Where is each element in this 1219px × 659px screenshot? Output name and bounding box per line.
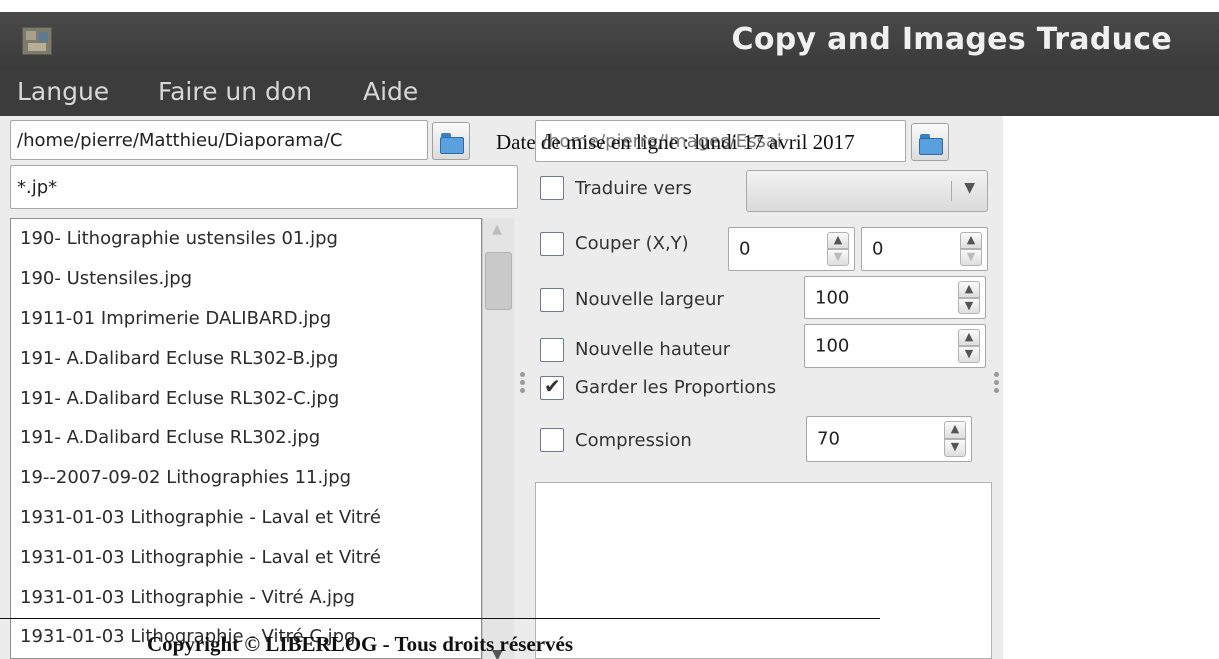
list-item[interactable]: 190- Ustensiles.jpg bbox=[11, 259, 481, 299]
stepper-down-icon[interactable]: ▼ bbox=[958, 297, 980, 314]
list-item[interactable]: 191- A.Dalibard Ecluse RL302-C.jpg bbox=[11, 378, 481, 418]
list-item[interactable]: 1931-01-03 Lithographie - Vitré A.jpg bbox=[11, 577, 481, 617]
output-textarea[interactable] bbox=[535, 482, 992, 659]
width-checkbox[interactable] bbox=[540, 288, 564, 312]
scroll-up-arrow-icon[interactable]: ▲ bbox=[492, 222, 502, 237]
checkmark-icon: ✔ bbox=[544, 374, 561, 398]
compression-checkbox[interactable] bbox=[540, 428, 564, 452]
list-item[interactable]: 190- Lithographie ustensiles 01.jpg bbox=[11, 219, 481, 259]
stepper-down-icon[interactable]: ▼ bbox=[960, 249, 982, 266]
list-item[interactable]: 1911-01 Imprimerie DALIBARD.jpg bbox=[11, 299, 481, 339]
crop-y-value: 0 bbox=[872, 238, 884, 260]
crop-checkbox[interactable] bbox=[540, 232, 564, 256]
crop-x-stepper[interactable]: 0 ▲ ▼ bbox=[728, 227, 855, 271]
title-bar: Copy and Images Traduce bbox=[0, 12, 1219, 70]
right-pane-grip-icon[interactable] bbox=[994, 372, 1000, 402]
menu-bar: Langue Faire un don Aide bbox=[0, 70, 1219, 116]
translate-checkbox[interactable] bbox=[540, 176, 564, 200]
source-path-input[interactable]: /home/pierre/Matthieu/Diaporama/C bbox=[10, 120, 428, 160]
file-filter-input[interactable]: *.jp* bbox=[10, 165, 518, 209]
stepper-down-icon[interactable]: ▼ bbox=[827, 249, 849, 266]
compression-stepper[interactable]: 70 ▲ ▼ bbox=[806, 416, 972, 462]
compression-value: 70 bbox=[817, 428, 840, 450]
stepper-up-icon[interactable]: ▲ bbox=[958, 329, 980, 346]
destination-folder-button[interactable] bbox=[911, 123, 949, 161]
crop-x-value: 0 bbox=[739, 238, 751, 260]
empty-area bbox=[1003, 116, 1219, 659]
app-picture-icon[interactable] bbox=[22, 27, 52, 55]
stepper-down-icon[interactable]: ▼ bbox=[944, 439, 966, 457]
menu-aide[interactable]: Aide bbox=[363, 77, 418, 106]
stepper-up-icon[interactable]: ▲ bbox=[958, 281, 980, 298]
keep-ratio-label: Garder les Proportions bbox=[575, 377, 777, 398]
list-item[interactable]: 19--2007-09-02 Lithographies 11.jpg bbox=[11, 458, 481, 498]
width-label: Nouvelle largeur bbox=[575, 289, 724, 310]
translate-label: Traduire vers bbox=[575, 178, 692, 199]
left-pane-grip-icon[interactable] bbox=[520, 372, 526, 402]
menu-faire-un-don[interactable]: Faire un don bbox=[158, 77, 312, 106]
file-filter-value: *.jp* bbox=[17, 176, 58, 198]
menu-langue[interactable]: Langue bbox=[17, 77, 109, 106]
publication-date: Date de mise en ligne : lundi 17 avril 2… bbox=[496, 130, 855, 154]
dropdown-arrow-icon: ▼ bbox=[964, 180, 975, 196]
file-list-scrollbar[interactable]: ▲ ▼ bbox=[482, 218, 514, 659]
footer-divider bbox=[0, 618, 880, 619]
list-item[interactable]: 1931-01-03 Lithographie - Laval et Vitré bbox=[11, 537, 481, 577]
list-item[interactable]: 1931-01-03 Lithographie - Laval et Vitré bbox=[11, 498, 481, 538]
source-path-value: /home/pierre/Matthieu/Diaporama/C bbox=[17, 129, 343, 151]
height-value: 100 bbox=[815, 335, 850, 357]
list-item[interactable]: 191- A.Dalibard Ecluse RL302.jpg bbox=[11, 418, 481, 458]
scrollbar-thumb[interactable] bbox=[485, 252, 512, 310]
window-title: Copy and Images Traduce bbox=[731, 22, 1172, 57]
stepper-up-icon[interactable]: ▲ bbox=[944, 421, 966, 439]
stepper-up-icon[interactable]: ▲ bbox=[960, 232, 982, 249]
width-value: 100 bbox=[815, 287, 850, 308]
height-stepper[interactable]: 100 ▲ ▼ bbox=[804, 324, 986, 368]
copyright-notice: Copyright © LIBERLOG - Tous droits réser… bbox=[147, 632, 574, 656]
stepper-up-icon[interactable]: ▲ bbox=[827, 232, 849, 249]
file-list[interactable]: 190- Lithographie ustensiles 01.jpg 190-… bbox=[10, 218, 482, 659]
keep-ratio-checkbox[interactable]: ✔ bbox=[540, 374, 564, 400]
compression-label: Compression bbox=[575, 430, 692, 451]
language-select[interactable]: ▼ bbox=[746, 170, 988, 212]
crop-y-stepper[interactable]: 0 ▲ ▼ bbox=[861, 227, 988, 271]
crop-label: Couper (X,Y) bbox=[575, 233, 689, 254]
height-checkbox[interactable] bbox=[540, 338, 564, 362]
source-folder-button[interactable] bbox=[432, 122, 470, 160]
height-label: Nouvelle hauteur bbox=[575, 339, 731, 360]
stepper-down-icon[interactable]: ▼ bbox=[958, 346, 980, 363]
width-stepper[interactable]: 100 ▲ ▼ bbox=[804, 276, 986, 319]
list-item[interactable]: 191- A.Dalibard Ecluse RL302-B.jpg bbox=[11, 338, 481, 378]
